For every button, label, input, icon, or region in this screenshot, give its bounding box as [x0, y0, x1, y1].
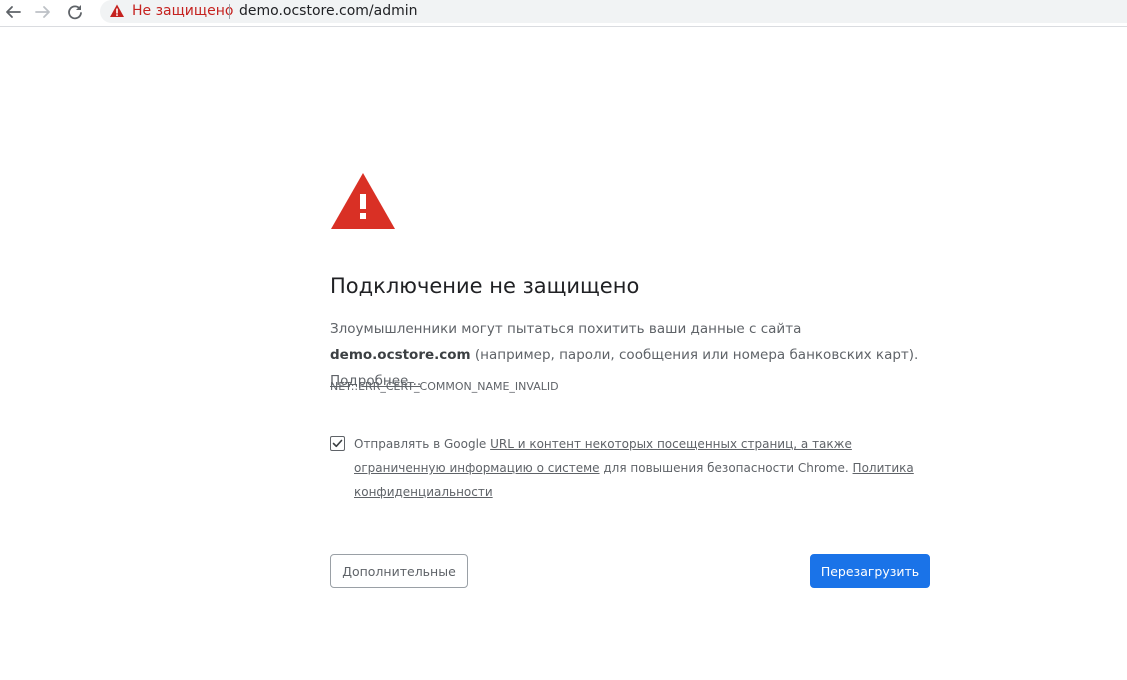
forward-button[interactable] [32, 1, 56, 23]
arrow-left-icon [6, 6, 21, 18]
page-title: Подключение не защищено [330, 274, 640, 298]
advanced-button[interactable]: Дополнительные [330, 554, 468, 588]
optin-middle: для повышения безопасности Chrome. [599, 461, 853, 475]
browser-toolbar: Не защищено demo.ocstore.com/admin [0, 0, 1127, 27]
reload-page-button[interactable] [64, 1, 88, 23]
back-button[interactable] [2, 1, 26, 23]
send-reports-text: Отправлять в Google URL и контент некото… [354, 432, 934, 504]
optin-prefix: Отправлять в Google [354, 437, 491, 451]
error-code: NET::ERR_CERT_COMMON_NAME_INVALID [330, 380, 559, 393]
not-secure-label[interactable]: Не защищено [132, 2, 233, 20]
address-bar[interactable]: Не защищено demo.ocstore.com/admin [100, 0, 1127, 23]
explanation-rest: (например, пароли, сообщения или номера … [470, 347, 919, 363]
checkmark-icon [332, 439, 343, 448]
reload-button[interactable]: Перезагрузить [810, 554, 930, 588]
explanation-intro: Злоумышленники могут пытаться похитить в… [330, 321, 802, 337]
site-name: demo.ocstore.com [330, 347, 471, 363]
send-reports-checkbox[interactable] [330, 436, 345, 451]
warning-triangle-icon[interactable] [109, 3, 125, 19]
refresh-icon [68, 5, 82, 20]
warning-triangle-icon [331, 173, 395, 229]
arrow-right-icon [35, 6, 50, 18]
address-bar-divider [229, 4, 230, 19]
url-text[interactable]: demo.ocstore.com/admin [239, 2, 418, 20]
